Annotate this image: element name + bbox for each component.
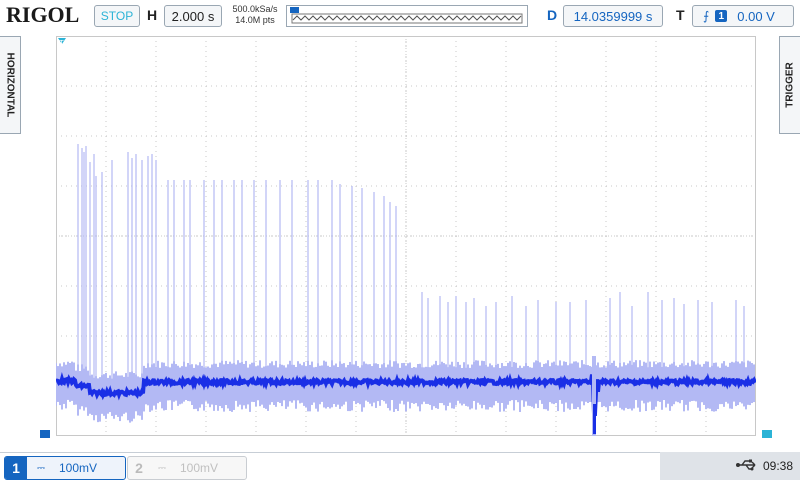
sample-rate: 500.0kSa/s [232, 4, 278, 14]
channel2-scale: 100mV [179, 461, 219, 475]
trigger-level: 0.00 V [737, 8, 775, 24]
horizontal-label: H [147, 7, 158, 23]
memory-depth: 14.0M pts [235, 15, 275, 25]
overview-wave [292, 15, 522, 21]
horizontal-tab-label: HORIZONTAL [4, 52, 16, 118]
dc-coupling-icon: ⎓ [158, 462, 166, 474]
run-stop-status[interactable]: STOP [94, 5, 140, 27]
top-status-bar: RIGOL STOP H 2.000 s 500.0kSa/s 14.0M pt… [0, 0, 800, 30]
channel2-number: 2 [135, 460, 143, 476]
clock: 09:38 [763, 459, 794, 473]
channel1-scale: 100mV [58, 461, 98, 475]
channel2-button[interactable]: 2 ⎓ 100mV [127, 456, 247, 480]
trigger-side-tab[interactable]: TRIGGER [779, 36, 800, 134]
channel1-trace [56, 144, 756, 436]
dc-coupling-icon: ⎓ [37, 462, 45, 474]
channel1-number: 1 [5, 457, 27, 479]
trigger-label: T [676, 7, 685, 23]
usb-icon [736, 459, 756, 471]
waveform-display[interactable]: T [56, 36, 756, 436]
horizontal-delay-value[interactable]: 14.0359999 s [563, 5, 663, 27]
channel1-button[interactable]: 1 ⎓ 100mV [4, 456, 126, 480]
rigol-logo: RIGOL [6, 2, 80, 27]
rising-edge-icon: ⨍ [703, 9, 710, 23]
delay-label: D [547, 7, 558, 23]
trigger-source: 1 [715, 10, 728, 22]
memory-waveform-overview [290, 7, 523, 24]
memory-overview-bar[interactable] [286, 5, 528, 27]
trigger-position-marker [290, 7, 299, 13]
horizontal-side-tab[interactable]: HORIZONTAL [0, 36, 21, 134]
trigger-settings[interactable]: ⨍ 1 0.00 V [692, 5, 794, 27]
trigger-level-marker [762, 430, 772, 438]
acquisition-info: 500.0kSa/s 14.0M pts [226, 4, 284, 26]
trigger-marker-letter: T [60, 40, 65, 47]
timebase-value[interactable]: 2.000 s [164, 5, 222, 27]
trigger-tab-label: TRIGGER [784, 62, 796, 108]
trace-glitch [593, 404, 596, 434]
channel1-ground-marker [40, 430, 50, 438]
